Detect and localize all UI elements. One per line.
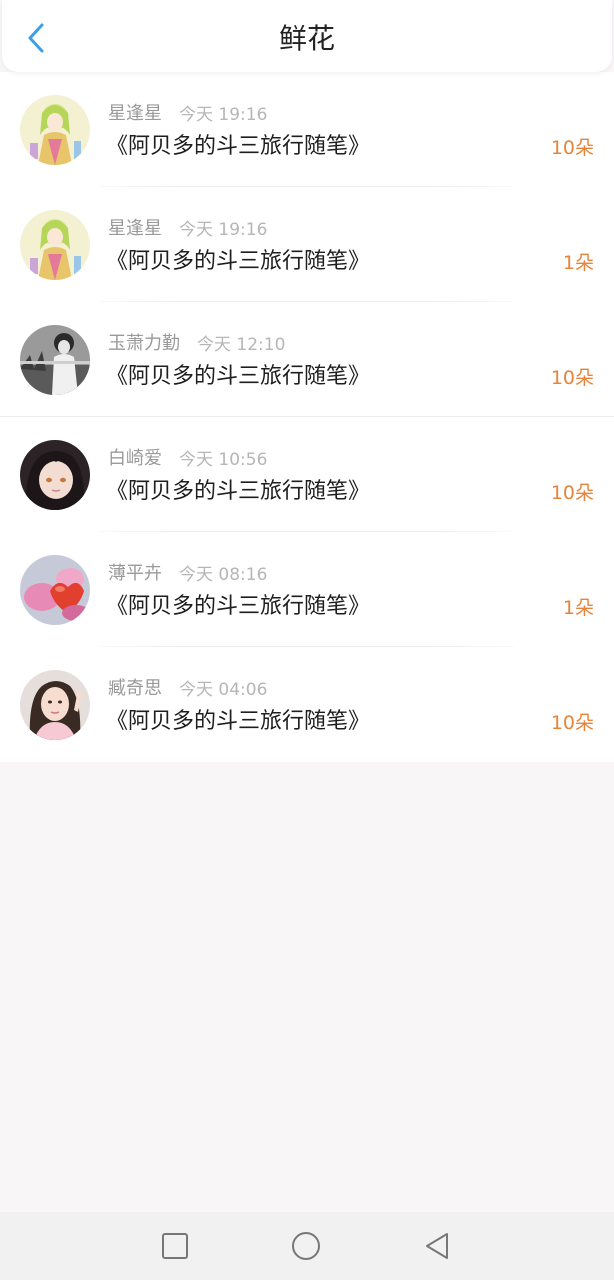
header-bar: 鲜花 xyxy=(2,0,612,72)
book-title[interactable]: 《阿贝多的斗三旅行随笔》 xyxy=(106,592,370,622)
row-meta: 星逢星 今天 19:16 xyxy=(108,100,268,125)
avatar[interactable] xyxy=(20,670,90,740)
book-title[interactable]: 《阿贝多的斗三旅行随笔》 xyxy=(106,477,370,507)
system-back-button[interactable] xyxy=(420,1229,454,1263)
avatar[interactable] xyxy=(20,95,90,165)
username: 星逢星 xyxy=(108,103,162,124)
flower-count: 10朵 xyxy=(550,482,594,504)
row-meta: 臧奇思 今天 04:06 xyxy=(108,675,268,700)
book-title[interactable]: 《阿贝多的斗三旅行随笔》 xyxy=(106,247,370,277)
timestamp: 今天 19:16 xyxy=(179,104,268,125)
avatar[interactable] xyxy=(20,325,90,395)
timestamp: 今天 08:16 xyxy=(179,564,268,585)
book-title[interactable]: 《阿贝多的斗三旅行随笔》 xyxy=(106,132,370,162)
page-title: 鲜花 xyxy=(278,22,335,55)
square-icon xyxy=(162,1233,188,1259)
list-item[interactable]: 玉萧力勤 今天 12:10 《阿贝多的斗三旅行随笔》 10朵 xyxy=(0,302,614,417)
flower-count: 10朵 xyxy=(550,367,594,389)
system-nav-bar xyxy=(0,1212,614,1280)
username: 玉萧力勤 xyxy=(108,333,180,354)
username: 臧奇思 xyxy=(108,678,162,699)
recents-button[interactable] xyxy=(158,1229,192,1263)
avatar[interactable] xyxy=(20,210,90,280)
list-item[interactable]: 薄平卉 今天 08:16 《阿贝多的斗三旅行随笔》 1朵 xyxy=(0,532,614,647)
timestamp: 今天 12:10 xyxy=(197,334,286,355)
circle-icon xyxy=(292,1232,320,1260)
triangle-back-icon xyxy=(426,1233,448,1259)
username: 星逢星 xyxy=(108,218,162,239)
list-item[interactable]: 星逢星 今天 19:16 《阿贝多的斗三旅行随笔》 1朵 xyxy=(0,187,614,302)
list-item[interactable]: 臧奇思 今天 04:06 《阿贝多的斗三旅行随笔》 10朵 xyxy=(0,647,614,762)
timestamp: 今天 04:06 xyxy=(179,679,268,700)
book-title[interactable]: 《阿贝多的斗三旅行随笔》 xyxy=(106,707,370,737)
flower-count: 1朵 xyxy=(562,252,594,274)
row-meta: 星逢星 今天 19:16 xyxy=(108,215,268,240)
list-item[interactable]: 白崎爱 今天 10:56 《阿贝多的斗三旅行随笔》 10朵 xyxy=(0,417,614,532)
flower-count: 1朵 xyxy=(562,597,594,619)
timestamp: 今天 19:16 xyxy=(179,219,268,240)
row-meta: 玉萧力勤 今天 12:10 xyxy=(108,330,286,355)
book-title[interactable]: 《阿贝多的斗三旅行随笔》 xyxy=(106,362,370,392)
username: 白崎爱 xyxy=(108,448,162,469)
list-item[interactable]: 星逢星 今天 19:16 《阿贝多的斗三旅行随笔》 10朵 xyxy=(0,72,614,187)
row-meta: 薄平卉 今天 08:16 xyxy=(108,560,268,585)
flower-count: 10朵 xyxy=(550,712,594,734)
flower-count: 10朵 xyxy=(550,137,594,159)
row-meta: 白崎爱 今天 10:56 xyxy=(108,445,268,470)
timestamp: 今天 10:56 xyxy=(179,449,268,470)
avatar[interactable] xyxy=(20,440,90,510)
home-button[interactable] xyxy=(289,1229,323,1263)
avatar[interactable] xyxy=(20,555,90,625)
username: 薄平卉 xyxy=(108,563,162,584)
flower-list: 星逢星 今天 19:16 《阿贝多的斗三旅行随笔》 10朵 星逢星 今天 19:… xyxy=(0,72,614,762)
